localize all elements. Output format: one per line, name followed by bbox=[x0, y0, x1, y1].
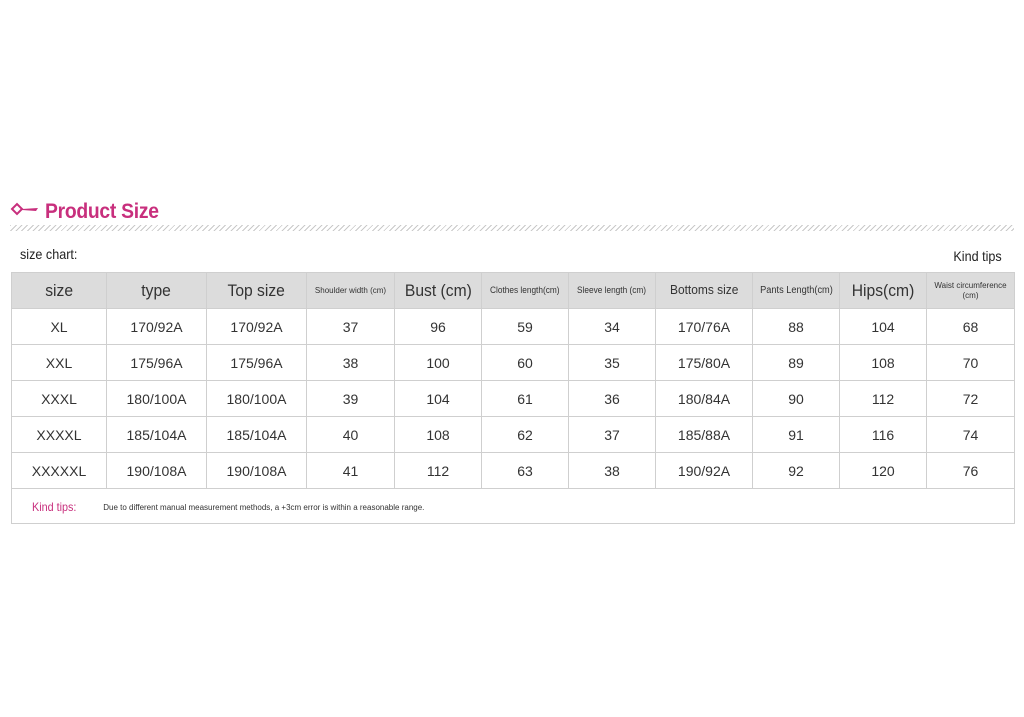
kind-tips-row: Kind tips: Due to different manual measu… bbox=[11, 488, 1015, 524]
table-cell: 63 bbox=[481, 452, 569, 489]
table-cell: 112 bbox=[839, 380, 927, 417]
column-header-waist: Waist circumference (cm) bbox=[926, 272, 1015, 309]
table-cell: 170/92A bbox=[206, 308, 307, 345]
table-cell: 104 bbox=[839, 308, 927, 345]
column-header-bust: Bust (cm) bbox=[394, 272, 482, 309]
table-cell: 180/84A bbox=[655, 380, 753, 417]
kind-tips-label: Kind tips bbox=[953, 248, 1002, 264]
table-cell: 76 bbox=[926, 452, 1015, 489]
table-cell: 120 bbox=[839, 452, 927, 489]
table-cell: 89 bbox=[752, 344, 840, 381]
section-header: Product Size bbox=[10, 198, 1014, 234]
table-cell: 190/108A bbox=[206, 452, 307, 489]
column-header-type: type bbox=[106, 272, 207, 309]
table-cell: 175/96A bbox=[206, 344, 307, 381]
kind-tips-cell: Kind tips: Due to different manual measu… bbox=[11, 488, 1015, 524]
table-cell: XXXXL bbox=[11, 416, 107, 453]
table-cell: 112 bbox=[394, 452, 482, 489]
table-cell: 90 bbox=[752, 380, 840, 417]
table-cell: 190/92A bbox=[655, 452, 753, 489]
column-header-size: size bbox=[11, 272, 107, 309]
table-cell: 100 bbox=[394, 344, 482, 381]
table-cell: 96 bbox=[394, 308, 482, 345]
hatched-divider bbox=[10, 225, 1014, 231]
table-cell: 41 bbox=[306, 452, 395, 489]
table-cell: 35 bbox=[568, 344, 656, 381]
table-row: XXXL 180/100A 180/100A 39 104 61 36 180/84A 90 11… bbox=[11, 380, 1015, 417]
table-header-row: size type Top size Shoulder width (cm) B… bbox=[11, 272, 1015, 309]
table-cell: 170/76A bbox=[655, 308, 753, 345]
table-cell: 38 bbox=[568, 452, 656, 489]
table-cell: 170/92A bbox=[106, 308, 207, 345]
table-cell: 34 bbox=[568, 308, 656, 345]
table-row: XXXXXL 190/108A 190/108A 41 112 63 38 190/92A 92… bbox=[11, 452, 1015, 489]
table-cell: 40 bbox=[306, 416, 395, 453]
table-cell: 104 bbox=[394, 380, 482, 417]
table-row: XXXXL 185/104A 185/104A 40 108 62 37 185/88A 91 1… bbox=[11, 416, 1015, 453]
table-cell: 36 bbox=[568, 380, 656, 417]
table-cell: 108 bbox=[839, 344, 927, 381]
table-cell: 59 bbox=[481, 308, 569, 345]
table-cell: 62 bbox=[481, 416, 569, 453]
table-cell: 116 bbox=[839, 416, 927, 453]
table-cell: 37 bbox=[568, 416, 656, 453]
kind-tips-text: Due to different manual measurement meth… bbox=[103, 502, 425, 512]
table-cell: 185/104A bbox=[206, 416, 307, 453]
column-header-shoulder-width: Shoulder width (cm) bbox=[306, 272, 395, 309]
column-header-sleeve-length: Sleeve length (cm) bbox=[568, 272, 656, 309]
table-cell: 37 bbox=[306, 308, 395, 345]
kind-tips-key: Kind tips: bbox=[32, 500, 77, 515]
table-row: XXL 175/96A 175/96A 38 100 60 35 175/80A 89 108 70 bbox=[11, 344, 1015, 381]
table-cell: 175/80A bbox=[655, 344, 753, 381]
table-cell: 60 bbox=[481, 344, 569, 381]
column-header-bottoms-size: Bottoms size bbox=[655, 272, 753, 309]
table-cell: 180/100A bbox=[106, 380, 207, 417]
table-cell: 190/108A bbox=[106, 452, 207, 489]
table-cell: 180/100A bbox=[206, 380, 307, 417]
table-cell: 185/104A bbox=[106, 416, 207, 453]
column-header-hips: Hips(cm) bbox=[839, 272, 927, 309]
table-row: XL 170/92A 170/92A 37 96 59 34 170/76A 88 104 68 bbox=[11, 308, 1015, 345]
table-cell: XXL bbox=[11, 344, 107, 381]
table-cell: 92 bbox=[752, 452, 840, 489]
column-header-top-size: Top size bbox=[206, 272, 307, 309]
table-cell: 72 bbox=[926, 380, 1015, 417]
table-cell: 91 bbox=[752, 416, 840, 453]
table-cell: 68 bbox=[926, 308, 1015, 345]
table-cell: 185/88A bbox=[655, 416, 753, 453]
table-cell: 61 bbox=[481, 380, 569, 417]
table-cell: 39 bbox=[306, 380, 395, 417]
pink-ribbon-icon bbox=[10, 202, 38, 216]
size-table: size type Top size Shoulder width (cm) B… bbox=[11, 272, 1015, 524]
table-cell: 175/96A bbox=[106, 344, 207, 381]
table-cell: XL bbox=[11, 308, 107, 345]
section-title: Product Size bbox=[45, 200, 159, 223]
table-cell: XXXL bbox=[11, 380, 107, 417]
table-cell: XXXXXL bbox=[11, 452, 107, 489]
table-cell: 74 bbox=[926, 416, 1015, 453]
column-header-clothes-length: Clothes length(cm) bbox=[481, 272, 569, 309]
table-cell: 108 bbox=[394, 416, 482, 453]
table-cell: 70 bbox=[926, 344, 1015, 381]
table-cell: 88 bbox=[752, 308, 840, 345]
table-cell: 38 bbox=[306, 344, 395, 381]
column-header-pants-length: Pants Length(cm) bbox=[752, 272, 840, 309]
size-chart-label: size chart: bbox=[20, 246, 78, 262]
